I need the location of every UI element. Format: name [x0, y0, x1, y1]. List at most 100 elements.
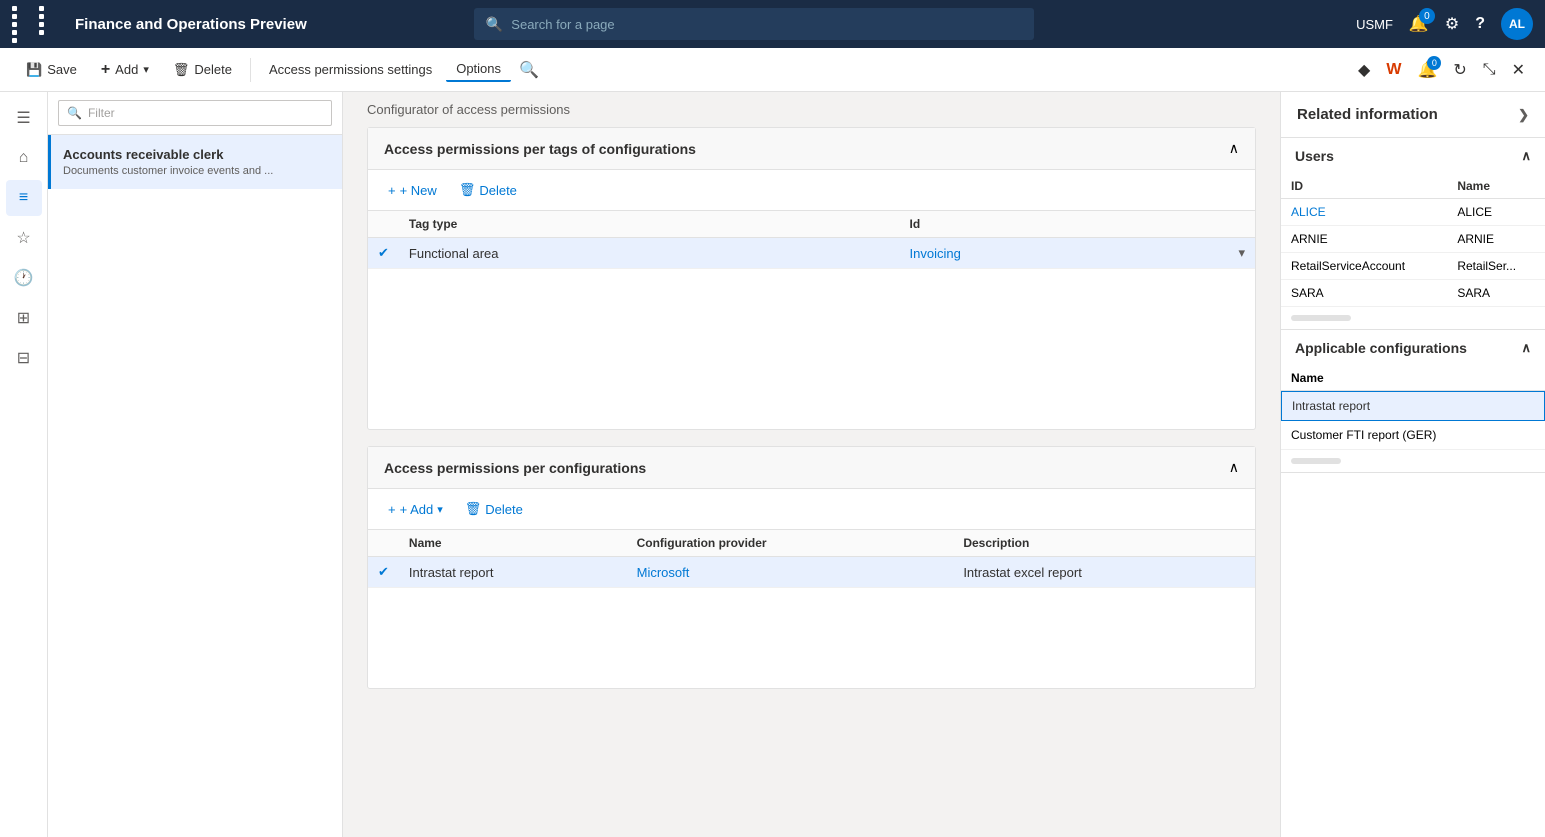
tags-collapse-icon: ∧ [1229, 140, 1239, 157]
users-col-id: ID [1281, 174, 1447, 199]
configurations-toolbar: + + Add ▾ 🗑 Delete [368, 489, 1255, 530]
add-icon: + [101, 61, 110, 79]
sidebar-workspace-icon[interactable]: ⊞ [6, 300, 42, 336]
save-button[interactable]: 💾 Save [16, 58, 87, 82]
applicable-configs-scrollbar[interactable] [1291, 458, 1341, 464]
tags-col-check [368, 211, 399, 238]
right-panel-expand-icon[interactable]: ❯ [1518, 107, 1529, 123]
add-chevron-icon: ▾ [143, 63, 149, 76]
tags-empty-area [368, 269, 1255, 429]
filter-input-wrapper[interactable]: 🔍 [58, 100, 332, 126]
users-section-header[interactable]: Users ∧ [1281, 138, 1545, 174]
user-id-retail: RetailServiceAccount [1281, 253, 1447, 280]
tag-dropdown-icon[interactable]: ▾ [1238, 245, 1245, 261]
tag-id-cell: Invoicing ▾ [900, 238, 1255, 269]
applicable-config-item-intrastat[interactable]: Intrastat report [1281, 391, 1545, 421]
applicable-configs-name-col: Name [1281, 366, 1545, 391]
user-id-arnie: ARNIE [1281, 226, 1447, 253]
config-col-desc: Description [953, 530, 1255, 557]
help-icon[interactable]: ? [1475, 15, 1485, 33]
configurations-delete-button[interactable]: 🗑 Delete [457, 497, 531, 521]
users-col-name: Name [1447, 174, 1545, 199]
right-panel: Related information ❯ Users ∧ ID Name AL… [1280, 92, 1545, 837]
tags-delete-button[interactable]: 🗑 Delete [451, 178, 525, 202]
configurations-section: Access permissions per configurations ∧ … [367, 446, 1256, 689]
filter-input[interactable] [88, 106, 323, 120]
table-row: ALICE ALICE [1281, 199, 1545, 226]
search-cmd-icon[interactable]: 🔍 [515, 56, 543, 84]
delete-button[interactable]: 🗑 Delete [163, 58, 242, 82]
user-name-sara: SARA [1447, 280, 1545, 307]
gear-icon[interactable]: ⚙ [1445, 14, 1459, 34]
table-row[interactable]: ✔ Intrastat report Microsoft Intrastat e… [368, 557, 1255, 588]
content-area: Configurator of access permissions Acces… [343, 92, 1280, 837]
tags-table: Tag type Id ✔ Functional area Invoicing … [368, 211, 1255, 269]
tags-section: Access permissions per tags of configura… [367, 127, 1256, 430]
applicable-configs-header[interactable]: Applicable configurations ∧ [1281, 330, 1545, 366]
applicable-configs-collapse-icon: ∧ [1521, 340, 1531, 356]
filter-bar: 🔍 [48, 92, 342, 135]
app-grid-icon[interactable] [12, 6, 63, 43]
popout-button[interactable]: ⤡ [1479, 57, 1500, 83]
list-item-description: Documents customer invoice events and ..… [63, 165, 330, 177]
tags-col-id: Id [900, 211, 1255, 238]
tags-col-tagtype: Tag type [399, 211, 900, 238]
config-description-cell: Intrastat excel report [953, 557, 1255, 588]
user-name-arnie: ARNIE [1447, 226, 1545, 253]
content-header: Configurator of access permissions [343, 92, 1280, 127]
add-button[interactable]: + Add ▾ [91, 57, 159, 83]
refresh-button[interactable]: ↻ [1449, 56, 1470, 84]
table-row: ARNIE ARNIE [1281, 226, 1545, 253]
badge-icon[interactable]: 🔔0 [1413, 56, 1441, 84]
users-section: Users ∧ ID Name ALICE ALICE ARNIE [1281, 138, 1545, 330]
tags-section-header[interactable]: Access permissions per tags of configura… [368, 128, 1255, 170]
sidebar-hamburger-icon[interactable]: ☰ [6, 100, 42, 136]
save-icon: 💾 [26, 62, 42, 78]
user-avatar[interactable]: AL [1501, 8, 1533, 40]
sidebar-menu-icon[interactable]: ⊟ [6, 340, 42, 376]
sidebar-recent-icon[interactable]: 🕐 [6, 260, 42, 296]
user-name-alice: ALICE [1447, 199, 1545, 226]
delete-icon: 🗑 [173, 62, 190, 78]
search-icon: 🔍 [486, 16, 503, 33]
user-id-alice[interactable]: ALICE [1281, 199, 1447, 226]
tags-delete-icon: 🗑 [459, 182, 476, 198]
config-col-name: Name [399, 530, 627, 557]
bell-icon[interactable]: 🔔 0 [1409, 14, 1429, 34]
tags-new-button[interactable]: + + New [380, 179, 445, 202]
command-bar: 💾 Save + Add ▾ 🗑 Delete Access permissio… [0, 48, 1545, 92]
main-layout: ☰ ⌂ ≡ ☆ 🕐 ⊞ ⊟ 🔍 Accounts receivable cler… [0, 92, 1545, 837]
table-row: RetailServiceAccount RetailSer... [1281, 253, 1545, 280]
tags-new-icon: + [388, 183, 396, 198]
applicable-config-item-customer[interactable]: Customer FTI report (GER) [1281, 421, 1545, 450]
tag-type-cell: Functional area [399, 238, 900, 269]
configurations-section-header[interactable]: Access permissions per configurations ∧ [368, 447, 1255, 489]
diamond-icon[interactable]: ◆ [1354, 56, 1374, 84]
office-icon[interactable]: W [1382, 57, 1405, 83]
row-check: ✔ [368, 238, 399, 269]
close-button[interactable]: ✕ [1508, 56, 1529, 84]
sidebar-star-icon[interactable]: ☆ [6, 220, 42, 256]
config-name-cell: Intrastat report [399, 557, 627, 588]
sidebar-home-icon[interactable]: ⌂ [6, 140, 42, 176]
configurations-collapse-icon: ∧ [1229, 459, 1239, 476]
access-permissions-button[interactable]: Access permissions settings [259, 58, 442, 81]
configurations-add-button[interactable]: + + Add ▾ [380, 498, 451, 521]
users-collapse-icon: ∧ [1521, 148, 1531, 164]
tags-section-title: Access permissions per tags of configura… [384, 141, 696, 157]
sidebar-list-icon[interactable]: ≡ [6, 180, 42, 216]
list-panel: 🔍 Accounts receivable clerk Documents cu… [48, 92, 343, 837]
tag-id-value[interactable]: Invoicing [910, 246, 961, 261]
config-empty-area [368, 588, 1255, 688]
table-row[interactable]: ✔ Functional area Invoicing ▾ [368, 238, 1255, 269]
config-row-check: ✔ [368, 557, 399, 588]
search-input[interactable] [511, 17, 1022, 32]
sidebar-icons: ☰ ⌂ ≡ ☆ 🕐 ⊞ ⊟ [0, 92, 48, 837]
config-provider-link[interactable]: Microsoft [637, 565, 690, 580]
list-item-title: Accounts receivable clerk [63, 147, 330, 162]
list-item[interactable]: Accounts receivable clerk Documents cust… [48, 135, 342, 189]
users-scrollbar[interactable] [1291, 315, 1351, 321]
user-id-sara: SARA [1281, 280, 1447, 307]
global-search-bar[interactable]: 🔍 [474, 8, 1034, 40]
options-button[interactable]: Options [446, 57, 511, 82]
